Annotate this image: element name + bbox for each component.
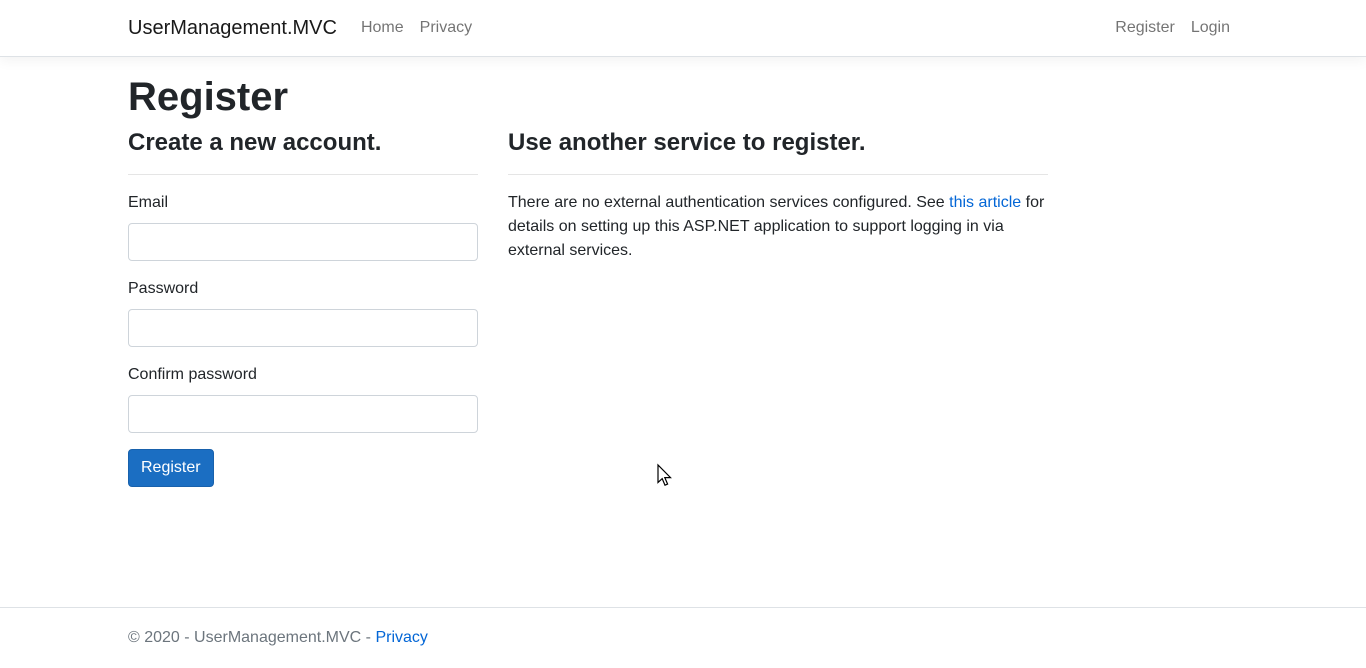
nav-link-home[interactable]: Home: [353, 8, 412, 48]
navbar-auth-links: Register Login: [1107, 8, 1238, 48]
password-form-group: Password: [128, 277, 478, 347]
nav-link-login[interactable]: Login: [1183, 8, 1238, 48]
confirm-password-form-group: Confirm password: [128, 363, 478, 433]
content-row: Create a new account. Email Password Con…: [113, 129, 1253, 487]
navbar: UserManagement.MVC Home Privacy Register…: [0, 0, 1366, 57]
external-services-section: Use another service to register. There a…: [508, 129, 1048, 263]
nav-link-register[interactable]: Register: [1107, 8, 1183, 48]
confirm-password-input[interactable]: [128, 395, 478, 433]
footer-copyright: © 2020 - UserManagement.MVC -: [128, 629, 375, 646]
password-label: Password: [128, 277, 198, 301]
external-section-heading: Use another service to register.: [508, 129, 1048, 158]
this-article-link[interactable]: this article: [949, 194, 1021, 211]
confirm-password-label: Confirm password: [128, 363, 257, 387]
register-form: Create a new account. Email Password Con…: [128, 129, 478, 487]
form-section-heading: Create a new account.: [128, 129, 478, 158]
nav-link-privacy[interactable]: Privacy: [412, 8, 480, 48]
page-title: Register: [128, 73, 1238, 121]
email-label: Email: [128, 191, 168, 215]
email-input[interactable]: [128, 223, 478, 261]
navbar-main-links: Home Privacy: [353, 8, 480, 48]
register-form-column: Create a new account. Email Password Con…: [113, 129, 493, 487]
main-content: Register Create a new account. Email Pas…: [0, 73, 1366, 487]
form-section-divider: [128, 174, 478, 175]
navbar-container: UserManagement.MVC Home Privacy Register…: [113, 8, 1253, 48]
navbar-brand[interactable]: UserManagement.MVC: [128, 8, 337, 48]
footer-privacy-link[interactable]: Privacy: [375, 629, 427, 646]
footer: © 2020 - UserManagement.MVC - Privacy: [0, 607, 1366, 667]
external-text-before: There are no external authentication ser…: [508, 194, 949, 211]
external-section-divider: [508, 174, 1048, 175]
register-submit-button[interactable]: Register: [128, 449, 214, 487]
external-services-column: Use another service to register. There a…: [493, 129, 1063, 487]
password-input[interactable]: [128, 309, 478, 347]
email-form-group: Email: [128, 191, 478, 261]
external-services-text: There are no external authentication ser…: [508, 191, 1048, 263]
